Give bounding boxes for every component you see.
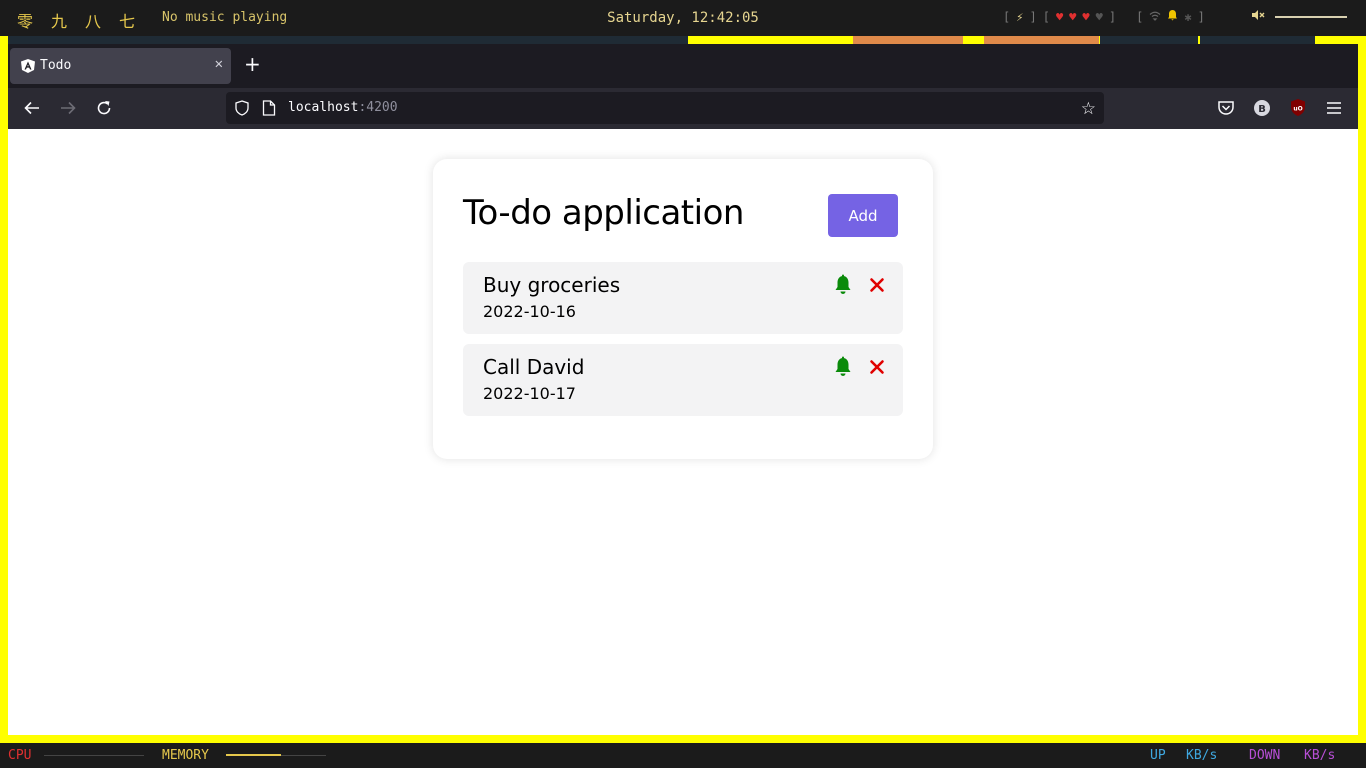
bluetooth-icon[interactable]: ✱ bbox=[1184, 10, 1191, 24]
page-title: To-do application bbox=[463, 193, 744, 233]
heart-icon: ♥ bbox=[1082, 9, 1090, 24]
cpu-meter bbox=[44, 755, 144, 756]
tray-open-bracket: [ bbox=[1042, 9, 1050, 24]
tab-todo[interactable]: Todo ✕ bbox=[10, 48, 231, 84]
tab-title: Todo bbox=[40, 58, 72, 73]
heart-icon: ♥ bbox=[1069, 9, 1077, 24]
tray-open-bracket: [ bbox=[1003, 9, 1011, 24]
wifi-icon[interactable] bbox=[1149, 10, 1161, 24]
page-content: To-do application Add Buy groceries 2022… bbox=[8, 129, 1358, 735]
memory-meter-fill bbox=[226, 754, 281, 756]
cpu-label: CPU bbox=[8, 748, 32, 763]
page-icon[interactable] bbox=[262, 100, 276, 116]
ublock-icon[interactable]: uO bbox=[1288, 98, 1308, 118]
todo-date: 2022-10-17 bbox=[483, 384, 576, 403]
menu-icon[interactable] bbox=[1324, 98, 1344, 118]
download-label: DOWN bbox=[1249, 748, 1281, 763]
todo-name: Call David bbox=[483, 355, 585, 379]
url-host: localhost bbox=[288, 100, 359, 115]
memory-meter bbox=[226, 754, 326, 756]
url-port: :4200 bbox=[358, 100, 398, 115]
tray-open-bracket: [ bbox=[1136, 9, 1144, 24]
system-tray: [ ⚡ ] [ ♥ ♥ ♥ ♥ ] [ ✱ ] bbox=[1003, 9, 1205, 24]
heart-empty-icon: ♥ bbox=[1095, 9, 1103, 24]
reload-icon[interactable] bbox=[93, 97, 115, 119]
todo-date: 2022-10-16 bbox=[483, 302, 576, 321]
volume-slider[interactable] bbox=[1275, 16, 1347, 18]
wallpaper bbox=[1200, 36, 1315, 44]
browser-window: Todo ✕ + localhost:4200 ☆ B uO To-do app… bbox=[8, 44, 1358, 735]
todo-item[interactable]: Buy groceries 2022-10-16 bbox=[463, 262, 903, 334]
bell-icon[interactable] bbox=[833, 356, 853, 378]
heart-icon: ♥ bbox=[1055, 9, 1064, 24]
tab-strip: Todo ✕ + bbox=[8, 44, 1358, 88]
tray-close-bracket: ] bbox=[1029, 9, 1037, 24]
delete-icon[interactable] bbox=[867, 274, 887, 296]
add-button[interactable]: Add bbox=[828, 194, 898, 237]
volume-control[interactable] bbox=[1251, 9, 1347, 25]
tray-close-bracket: ] bbox=[1197, 9, 1205, 24]
angular-icon bbox=[20, 58, 36, 74]
url-bar[interactable]: localhost:4200 ☆ bbox=[226, 92, 1104, 124]
volume-muted-icon[interactable] bbox=[1251, 9, 1265, 25]
back-icon[interactable] bbox=[21, 97, 43, 119]
svg-text:B: B bbox=[1258, 104, 1266, 115]
todo-name: Buy groceries bbox=[483, 273, 621, 297]
pocket-icon[interactable] bbox=[1216, 98, 1236, 118]
notification-bell-icon[interactable] bbox=[1167, 9, 1178, 24]
bell-icon[interactable] bbox=[833, 274, 853, 296]
svg-text:uO: uO bbox=[1293, 106, 1302, 113]
delete-icon[interactable] bbox=[867, 356, 887, 378]
system-top-bar: 零 九 八 七 No music playing Saturday, 12:42… bbox=[0, 0, 1366, 36]
wallpaper bbox=[8, 36, 688, 44]
url-text[interactable]: localhost:4200 bbox=[288, 100, 398, 115]
bitwarden-icon[interactable]: B bbox=[1252, 98, 1272, 118]
memory-label: MEMORY bbox=[162, 748, 209, 763]
close-icon[interactable]: ✕ bbox=[215, 56, 223, 72]
todo-item[interactable]: Call David 2022-10-17 bbox=[463, 344, 903, 416]
battery-icon: ⚡ bbox=[1016, 9, 1024, 24]
download-unit: KB/s bbox=[1304, 748, 1336, 763]
shield-icon[interactable] bbox=[234, 100, 250, 116]
wallpaper bbox=[853, 36, 963, 44]
wallpaper bbox=[1100, 36, 1198, 44]
todo-card: To-do application Add Buy groceries 2022… bbox=[433, 159, 933, 459]
forward-icon[interactable] bbox=[57, 97, 79, 119]
navigation-bar: localhost:4200 ☆ B uO bbox=[8, 88, 1358, 129]
tray-close-bracket: ] bbox=[1108, 9, 1117, 24]
system-bottom-bar: CPU MEMORY UP KB/s DOWN KB/s bbox=[0, 743, 1366, 768]
wallpaper bbox=[984, 36, 1099, 44]
star-icon[interactable]: ☆ bbox=[1081, 99, 1096, 119]
upload-unit: KB/s bbox=[1186, 748, 1218, 763]
new-tab-button[interactable]: + bbox=[244, 54, 261, 74]
upload-label: UP bbox=[1150, 748, 1166, 763]
